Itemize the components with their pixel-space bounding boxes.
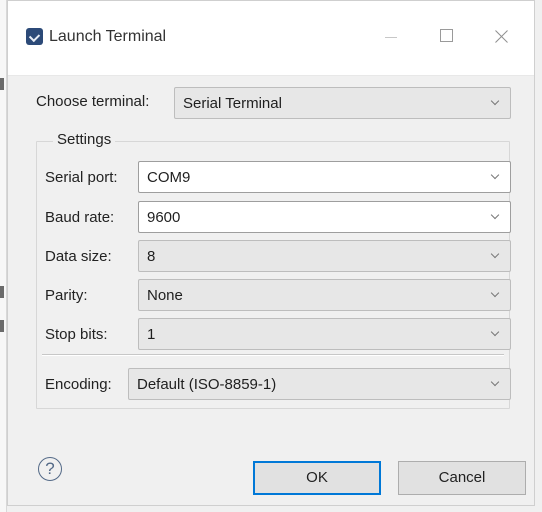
serial-port-select[interactable]: COM9: [138, 161, 511, 193]
choose-terminal-label: Choose terminal:: [36, 93, 150, 110]
stop-bits-select[interactable]: 1: [138, 318, 511, 350]
terminal-icon: [26, 28, 43, 45]
chevron-down-icon: [492, 98, 500, 106]
dialog-title: Launch Terminal: [49, 28, 167, 45]
chevron-down-icon: [492, 290, 500, 298]
chevron-down-icon: [492, 379, 500, 387]
help-icon: ?: [45, 459, 55, 478]
parity-label: Parity:: [45, 287, 88, 304]
baud-rate-label: Baud rate:: [45, 209, 115, 226]
maximize-button[interactable]: [426, 25, 468, 49]
help-button[interactable]: ?: [38, 457, 62, 481]
encoding-select[interactable]: Default (ISO-8859-1): [128, 368, 511, 400]
encoding-label: Encoding:: [45, 376, 112, 393]
chevron-down-icon: [492, 212, 500, 220]
minimize-button[interactable]: [370, 25, 412, 49]
choose-terminal-select[interactable]: Serial Terminal: [174, 87, 511, 119]
background-window-marker: [0, 286, 4, 298]
close-button[interactable]: [481, 25, 523, 49]
stop-bits-label: Stop bits:: [45, 326, 108, 343]
window-controls: [368, 25, 524, 49]
serial-port-label: Serial port:: [45, 169, 118, 186]
parity-value: None: [147, 287, 183, 304]
background-window-marker: [0, 320, 4, 332]
screenshot-page: Launch Terminal Choose terminal: Serial …: [0, 0, 542, 512]
ok-button[interactable]: OK: [253, 461, 381, 495]
background-window-edge: [0, 0, 7, 512]
data-size-value: 8: [147, 248, 156, 265]
chevron-down-icon: [492, 251, 500, 259]
chevron-down-icon: [492, 329, 500, 337]
stop-bits-value: 1: [147, 326, 156, 343]
serial-port-value: COM9: [147, 169, 191, 186]
data-size-label: Data size:: [45, 248, 112, 265]
encoding-value: Default (ISO-8859-1): [137, 376, 277, 393]
choose-terminal-value: Serial Terminal: [183, 95, 282, 112]
settings-separator: [42, 354, 504, 355]
data-size-select[interactable]: 8: [138, 240, 511, 272]
baud-rate-select[interactable]: 9600: [138, 201, 511, 233]
minimize-icon: [385, 37, 397, 38]
parity-select[interactable]: None: [138, 279, 511, 311]
chevron-down-icon: [492, 172, 500, 180]
settings-group-title: Settings: [53, 131, 116, 149]
launch-terminal-dialog: Launch Terminal Choose terminal: Serial …: [7, 0, 535, 506]
baud-rate-value: 9600: [147, 209, 181, 226]
title-bar: Launch Terminal: [8, 1, 534, 76]
background-window-marker: [0, 78, 4, 90]
maximize-icon: [440, 29, 453, 42]
cancel-button[interactable]: Cancel: [398, 461, 526, 495]
